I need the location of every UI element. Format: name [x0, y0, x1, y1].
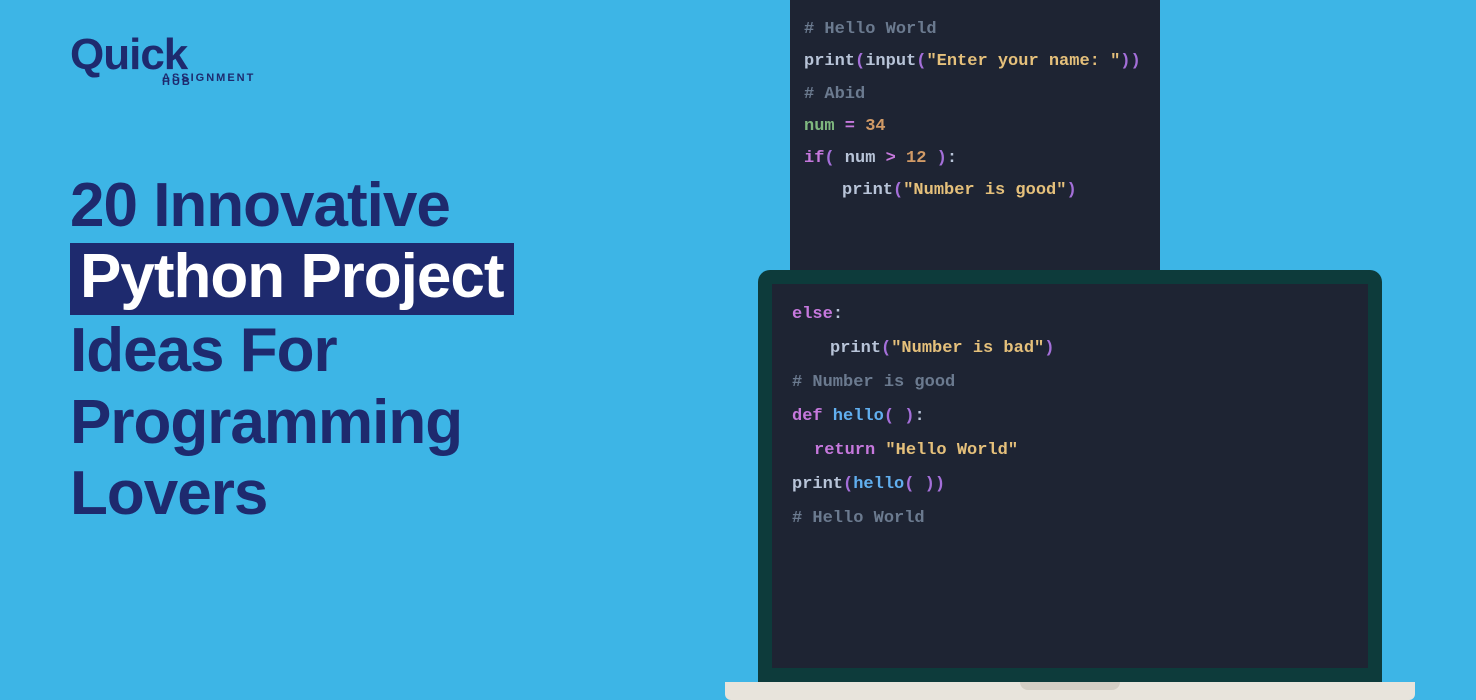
main-headline: 20 Innovative Python Project Ideas For P…: [70, 170, 514, 529]
code-line: # Abid: [804, 79, 1146, 111]
code-line: num = 34: [804, 111, 1146, 143]
laptop-base: [725, 682, 1415, 700]
code-line: def hello( ):: [792, 400, 1348, 434]
code-line: if( num > 12 ):: [804, 143, 1146, 175]
code-line: return "Hello World": [792, 434, 1348, 468]
headline-line-3: Ideas For: [70, 315, 514, 386]
laptop-screen-code: else: print("Number is bad") # Number is…: [772, 284, 1368, 668]
code-line: print("Number is good"): [804, 175, 1146, 207]
laptop-illustration: else: print("Number is bad") # Number is…: [758, 270, 1382, 699]
brand-logo: Quick ASSIGNMENT HUB: [70, 30, 255, 88]
code-line: # Number is good: [792, 366, 1348, 400]
headline-line-5: Lovers: [70, 458, 514, 529]
laptop-bezel: else: print("Number is bad") # Number is…: [758, 270, 1382, 682]
code-line: print(input("Enter your name: ")): [804, 46, 1146, 78]
code-panel-background: # Hello World print(input("Enter your na…: [790, 0, 1160, 290]
headline-line-1: 20 Innovative: [70, 170, 514, 241]
code-line: print("Number is bad"): [792, 332, 1348, 366]
laptop-notch: [1020, 682, 1120, 690]
code-line: # Hello World: [804, 14, 1146, 46]
headline-highlight: Python Project: [70, 243, 514, 315]
code-line: print(hello( )): [792, 468, 1348, 502]
code-line: # Hello World: [792, 502, 1348, 536]
code-line: else:: [792, 298, 1348, 332]
headline-line-4: Programming: [70, 387, 514, 458]
